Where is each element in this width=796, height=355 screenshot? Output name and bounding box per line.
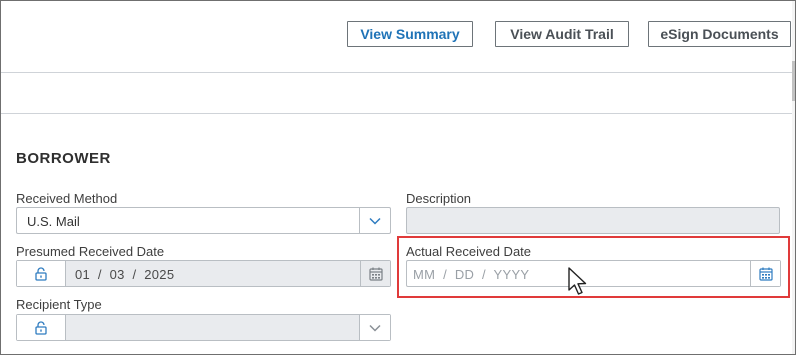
app-window: View Summary View Audit Trail eSign Docu… [0,0,796,355]
chevron-down-icon [369,324,381,332]
section-title: BORROWER [16,150,111,167]
description-label: Description [406,191,472,206]
presumed-received-date-label: Presumed Received Date [16,244,165,259]
view-summary-button[interactable]: View Summary [347,21,473,47]
highlight-box [397,236,790,298]
presumed-received-date-field: 01 / 03 / 2025 [16,260,391,287]
scrollbar-thumb[interactable] [792,61,795,101]
presumed-date-value: 01 / 03 / 2025 [75,267,175,282]
view-audit-trail-button[interactable]: View Audit Trail [495,21,629,47]
recipient-type-label: Recipient Type [16,297,102,312]
received-method-label: Received Method [16,191,118,206]
unlock-icon [35,266,47,281]
received-method-value: U.S. Mail [27,214,80,229]
chevron-down-icon [369,217,381,225]
calendar-icon [368,267,383,281]
presumed-date-calendar-button [360,261,390,286]
scrollbar[interactable] [792,1,795,354]
recipient-type-lock-button[interactable] [17,315,66,340]
received-method-select[interactable]: U.S. Mail [16,207,391,234]
recipient-type-dropdown-toggle [359,315,390,340]
presumed-date-lock-button[interactable] [17,261,66,286]
received-method-dropdown-toggle[interactable] [359,208,390,233]
recipient-type-select [16,314,391,341]
mouse-pointer-icon [568,267,587,295]
description-field [406,207,780,234]
toolbar: View Summary View Audit Trail eSign Docu… [1,1,795,73]
unlock-icon [35,320,47,335]
esign-documents-button[interactable]: eSign Documents [648,21,791,47]
tab-band [1,73,795,114]
